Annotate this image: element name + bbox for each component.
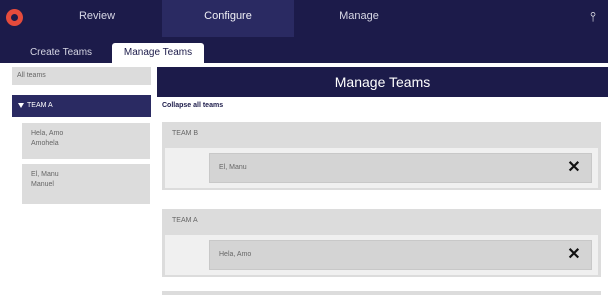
collapse-all-teams-link[interactable]: Collapse all teams bbox=[162, 100, 223, 112]
team-card-team-a: TEAM A Hela, Amo ✕ bbox=[162, 209, 601, 277]
subtab-manage-teams[interactable]: Manage Teams bbox=[112, 43, 204, 63]
pin-icon[interactable]: ⫯ bbox=[588, 9, 598, 25]
tab-review[interactable]: Review bbox=[32, 0, 162, 37]
manage-teams-panel: Manage Teams Collapse all teams TEAM B E… bbox=[157, 63, 608, 295]
team-card-title[interactable]: TEAM A bbox=[172, 215, 198, 227]
tab-manage[interactable]: Manage bbox=[294, 0, 424, 37]
team-card-team-b: TEAM B El, Manu ✕ bbox=[162, 122, 601, 190]
top-navigation: Review Configure Manage ⫯ bbox=[0, 0, 608, 37]
sidebar-member-2[interactable]: El, Manu Manuel bbox=[22, 164, 150, 204]
sidebar-member-2-username: Manuel bbox=[31, 181, 54, 188]
sub-navigation: Create Teams Manage Teams bbox=[0, 37, 608, 63]
sidebar-item-team-a-label: TEAM A bbox=[27, 102, 53, 109]
sidebar-member-2-name: El, Manu bbox=[31, 171, 59, 178]
sidebar-member-1-username: Amohela bbox=[31, 140, 59, 147]
team-card-body: Hela, Amo ✕ bbox=[165, 235, 598, 275]
tab-configure[interactable]: Configure bbox=[162, 0, 294, 37]
team-card-body: El, Manu ✕ bbox=[165, 148, 598, 188]
subtab-create-teams[interactable]: Create Teams bbox=[18, 43, 104, 63]
team-member-name: El, Manu bbox=[219, 164, 247, 171]
page-title: Manage Teams bbox=[157, 67, 608, 97]
sidebar-item-team-a[interactable]: TEAM A bbox=[12, 95, 151, 117]
team-card-title[interactable]: TEAM B bbox=[172, 128, 198, 140]
triangle-down-icon bbox=[18, 102, 24, 108]
app-logo-icon[interactable] bbox=[6, 9, 23, 26]
sidebar-item-all-teams[interactable]: All teams bbox=[12, 67, 151, 85]
team-member-row[interactable]: El, Manu ✕ bbox=[209, 153, 592, 183]
close-icon[interactable]: ✕ bbox=[567, 246, 581, 264]
sidebar-member-1-name: Hela, Amo bbox=[31, 130, 64, 137]
team-member-name: Hela, Amo bbox=[219, 251, 252, 258]
team-member-row[interactable]: Hela, Amo ✕ bbox=[209, 240, 592, 270]
team-sidebar: All teams TEAM A Hela, Amo Amohela El, M… bbox=[0, 63, 157, 295]
close-icon[interactable]: ✕ bbox=[567, 159, 581, 177]
team-card-partial bbox=[162, 291, 601, 295]
sidebar-member-1[interactable]: Hela, Amo Amohela bbox=[22, 123, 150, 159]
